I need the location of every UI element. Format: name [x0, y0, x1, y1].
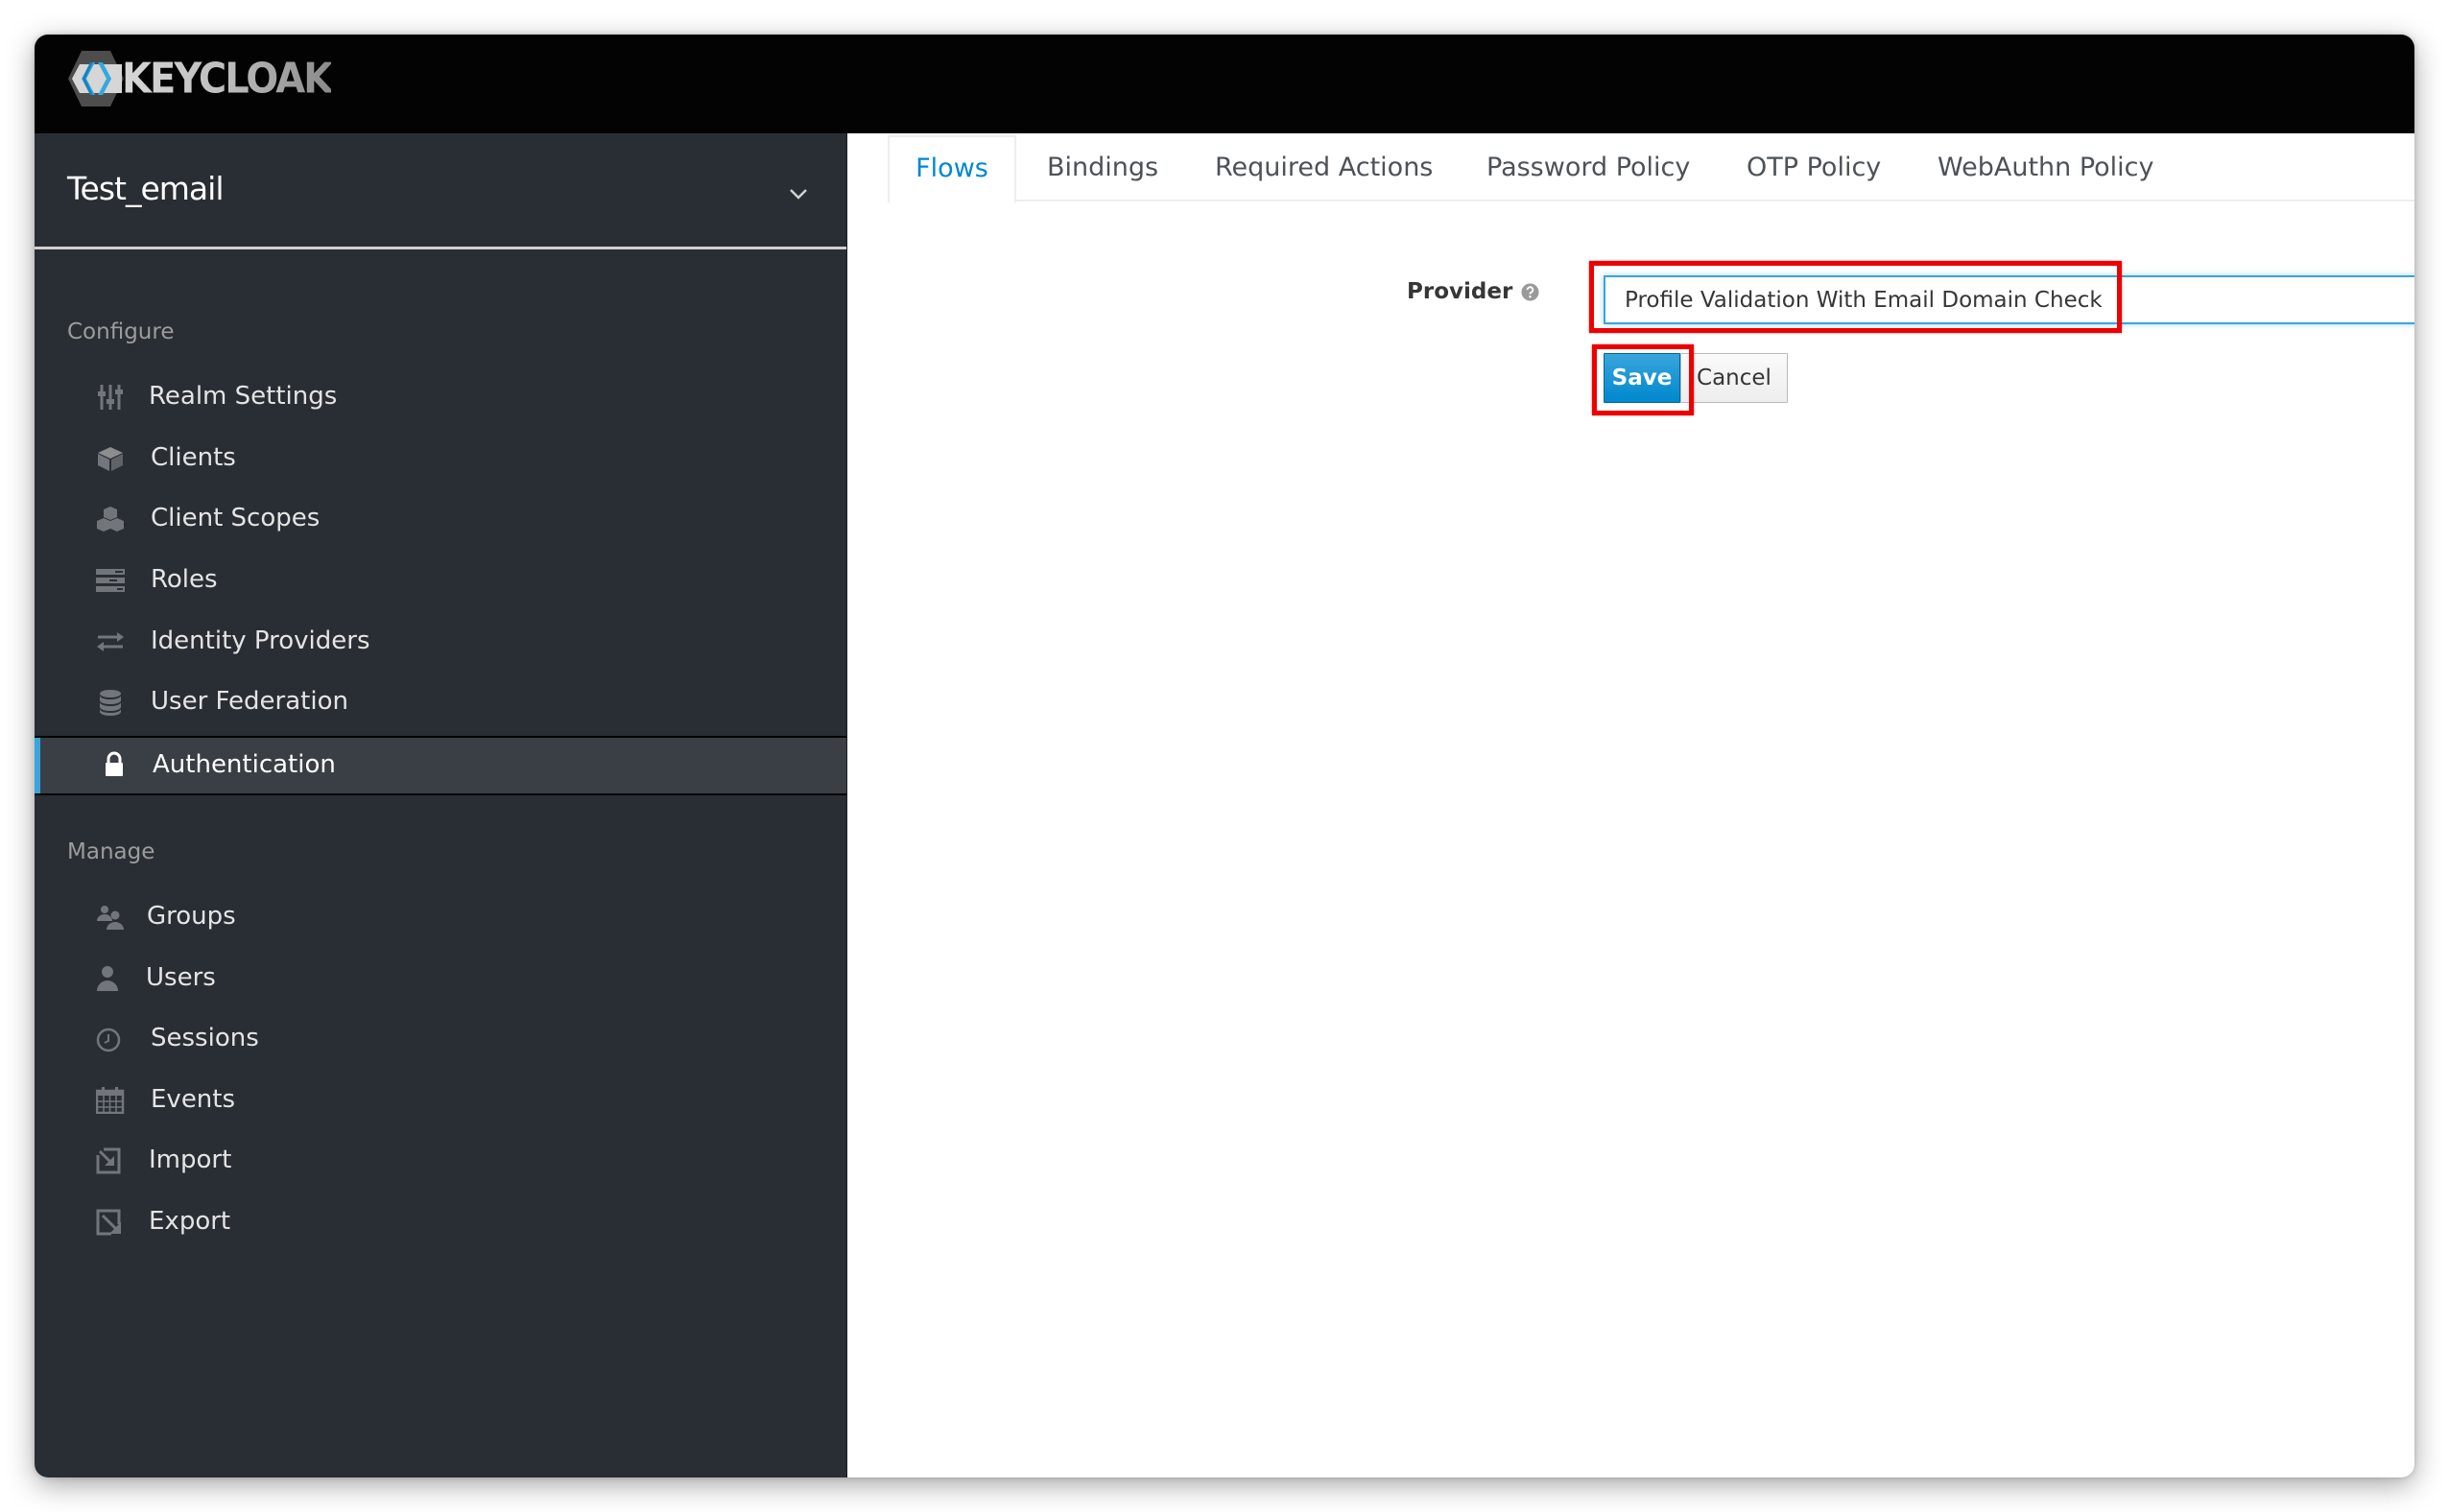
main-content: Flows Bindings Required Actions Password… — [847, 133, 2414, 1477]
sidebar-item-label: Groups — [147, 902, 236, 931]
provider-label: Provider — [1407, 279, 1539, 304]
realm-name: Test_email — [67, 170, 224, 207]
sidebar-item-roles[interactable]: Roles — [35, 551, 846, 610]
masthead: KEYCLOAK — [35, 35, 2414, 133]
export-icon — [96, 1209, 121, 1236]
exchange-icon — [97, 632, 124, 651]
provider-input[interactable] — [1604, 275, 2414, 324]
section-label-manage: Manage — [67, 839, 155, 864]
keycloak-logo[interactable]: KEYCLOAK — [66, 49, 333, 108]
sidebar-item-users[interactable]: Users — [35, 949, 846, 1008]
tab-otp-policy[interactable]: OTP Policy — [1747, 135, 1881, 200]
realm-selector[interactable]: Test_email — [35, 133, 846, 249]
sidebar-item-groups[interactable]: Groups — [35, 887, 846, 947]
tab-bindings[interactable]: Bindings — [1047, 135, 1158, 200]
sidebar-item-label: Users — [146, 963, 216, 992]
cube-icon — [98, 447, 123, 471]
sliders-icon — [98, 385, 123, 410]
tabs-divider — [888, 200, 2414, 201]
keycloak-logo-icon — [68, 51, 124, 106]
section-label-configure: Configure — [67, 319, 175, 344]
sidebar-item-label: Client Scopes — [151, 504, 321, 532]
sidebar-item-label: Sessions — [151, 1024, 259, 1052]
sidebar-item-identity-providers[interactable]: Identity Providers — [35, 612, 846, 672]
tab-flows[interactable]: Flows — [888, 135, 1016, 202]
tab-required-actions[interactable]: Required Actions — [1215, 135, 1433, 200]
sidebar-item-client-scopes[interactable]: Client Scopes — [35, 489, 846, 549]
save-button[interactable]: Save — [1604, 353, 1680, 403]
tab-webauthn-policy[interactable]: WebAuthn Policy — [1938, 135, 2154, 200]
lock-icon — [106, 751, 123, 776]
sidebar-item-label: Import — [149, 1146, 232, 1174]
database-icon — [100, 690, 121, 716]
sidebar: Test_email Configure Realm Settings Clie… — [35, 133, 847, 1477]
authentication-tabs: Flows Bindings Required Actions Password… — [847, 133, 2414, 202]
sidebar-item-sessions[interactable]: Sessions — [35, 1009, 846, 1069]
question-circle-icon[interactable] — [1521, 282, 1539, 301]
sidebar-item-label: User Federation — [151, 687, 348, 716]
tab-password-policy[interactable]: Password Policy — [1486, 135, 1690, 200]
sidebar-item-label: Clients — [151, 443, 236, 472]
sidebar-item-label: Roles — [151, 565, 218, 594]
brand-name: KEYCLOAK — [122, 54, 333, 104]
sidebar-item-label: Export — [149, 1207, 231, 1236]
cubes-icon — [97, 507, 124, 532]
sidebar-item-label: Events — [151, 1085, 236, 1114]
sidebar-item-label: Authentication — [153, 750, 336, 779]
sidebar-item-clients[interactable]: Clients — [35, 429, 846, 488]
sidebar-item-events[interactable]: Events — [35, 1071, 846, 1130]
sidebar-item-export[interactable]: Export — [35, 1193, 846, 1252]
sidebar-item-authentication[interactable]: Authentication — [35, 736, 846, 795]
sidebar-item-label: Identity Providers — [151, 626, 370, 655]
users-icon — [97, 906, 124, 930]
sidebar-item-user-federation[interactable]: User Federation — [35, 673, 846, 732]
sidebar-item-label: Realm Settings — [149, 382, 338, 411]
cancel-button[interactable]: Cancel — [1680, 353, 1788, 403]
calendar-icon — [96, 1087, 125, 1114]
sidebar-item-realm-settings[interactable]: Realm Settings — [35, 367, 846, 427]
clock-icon — [96, 1028, 121, 1052]
user-icon — [97, 966, 118, 991]
browser-window: KEYCLOAK Test_email Configure Realm Sett… — [35, 35, 2414, 1477]
import-icon — [96, 1147, 121, 1174]
server-icon — [96, 569, 125, 592]
sidebar-item-import[interactable]: Import — [35, 1131, 846, 1191]
provider-label-text: Provider — [1407, 279, 1513, 304]
chevron-down-icon — [790, 189, 807, 200]
